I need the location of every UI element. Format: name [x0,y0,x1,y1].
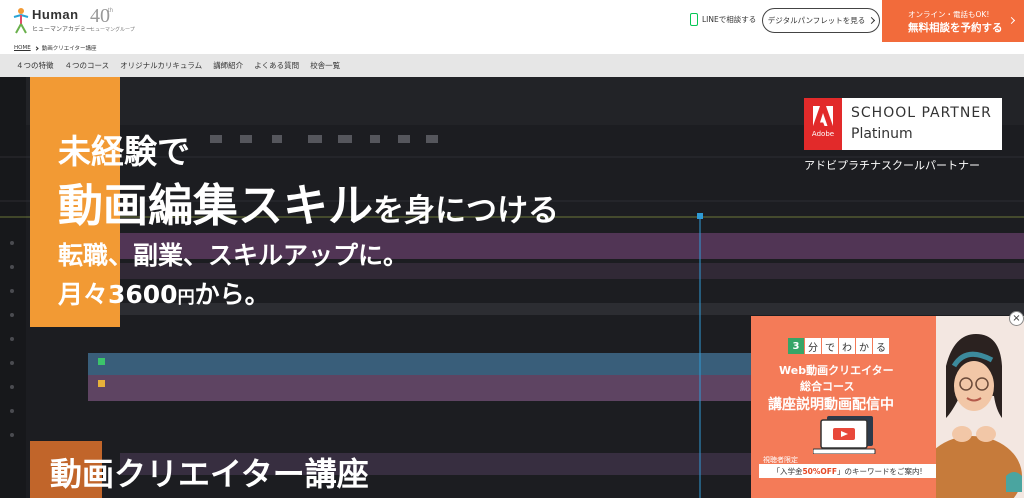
line-consult-link[interactable]: LINEで相談する [690,13,756,26]
logo-40th-sup: th [108,8,114,14]
woman-portrait-icon [936,334,1022,498]
popup-badge-row: 3 分 で わ か る [788,338,889,354]
nav-item-courses[interactable]: ４つのコース [65,60,110,71]
popup-headline: 講座説明動画配信中 [768,397,894,413]
free-consult-button[interactable]: オンライン・電話もOK! 無料相談を予約する [882,0,1024,42]
badge-char: る [873,338,889,354]
chevron-right-icon [34,45,39,51]
badge-char: で [822,338,838,354]
offer-text-a: 「入学金 [772,466,803,476]
popup-course-type: 総合コース [800,380,855,393]
site-header: Human ヒューマンアカデミー 40 th ヒューマングループ LINEで相談… [0,0,1024,42]
adobe-partner-caption: アドビプラチナスクールパートナー [804,159,980,172]
adobe-logo: Adobe [804,98,842,150]
course-video-popup[interactable]: 3 分 で わ か る Web動画クリエイター 総合コース 講座説明動画配信中 … [751,316,1024,498]
nav-item-faq[interactable]: よくある質問 [254,60,299,71]
consult-main-text: 無料相談を予約する [908,22,1003,34]
smartphone-icon [690,13,698,26]
nav-item-campuses[interactable]: 校舎一覧 [310,60,340,71]
badge-number: 3 [788,338,804,354]
pamphlet-label: デジタルパンフレットを見る [767,16,866,25]
logo-subtext: ヒューマンアカデミー [32,26,93,33]
human-academy-logo[interactable]: Human ヒューマンアカデミー 40 th ヒューマングループ [12,5,135,37]
hero-headline-main: 動画編集スキル [58,179,374,232]
laptop-video-icon [813,416,876,454]
course-title: 動画クリエイター講座 [50,455,369,493]
badge-char: わ [839,338,855,354]
chevron-right-icon [1007,16,1016,25]
breadcrumb-current: 動画クリエイター講座 [41,46,97,52]
hero-headline-line2: 動画編集スキルを身につける [58,169,559,234]
nav-item-features[interactable]: ４つの特徴 [16,60,54,71]
hero-subline1: 転職、副業、スキルアップに。 [58,241,409,270]
page-nav: ４つの特徴 ４つのコース オリジナルカリキュラム 講師紹介 よくある質問 校舎一… [0,54,1024,77]
hero-headline-line1: 未経験で [58,132,190,171]
badge-char: 分 [805,338,821,354]
consult-top-text: オンライン・電話もOK! [908,10,990,19]
line-consult-label: LINEで相談する [702,15,757,24]
school-partner-title: SCHOOL PARTNER [851,105,992,121]
human-figure-icon [13,8,29,34]
logo-group-text: ヒューマングループ [90,27,135,33]
nav-item-curriculum[interactable]: オリジナルカリキュラム [120,60,202,71]
school-partner-level: Platinum [851,126,913,142]
hero-price-tail: から。 [194,280,270,309]
breadcrumb-home[interactable]: HOME [14,45,31,51]
adobe-wordmark: Adobe [811,130,835,138]
breadcrumb: HOME 動画クリエイター講座 [0,42,1024,54]
offer-text-b: 」のキーワードをご案内! [837,466,923,476]
popup-close-button[interactable]: × [1009,311,1024,326]
adobe-school-partner-badge: Adobe SCHOOL PARTNER Platinum [804,98,1002,150]
hero-yen: 円 [177,288,195,308]
offer-highlight: 50%OFF [802,466,838,476]
badge-char: か [856,338,872,354]
digital-pamphlet-button[interactable]: デジタルパンフレットを見る [762,8,880,33]
hero-subline2: 月々3600円から。 [58,275,270,311]
popup-course-name: Web動画クリエイター [779,364,894,377]
chevron-right-icon [868,16,876,25]
discount-offer-box: 「入学金 50%OFF 」のキーワードをご案内! [759,464,936,478]
logo-40th: 40 [90,5,110,27]
logo-human-text: Human [32,7,79,22]
hero-price: 月々3600 [58,280,178,309]
hero-headline-tail: を身につける [373,193,560,229]
adobe-a-icon [813,106,833,126]
nav-item-instructors[interactable]: 講師紹介 [213,60,243,71]
